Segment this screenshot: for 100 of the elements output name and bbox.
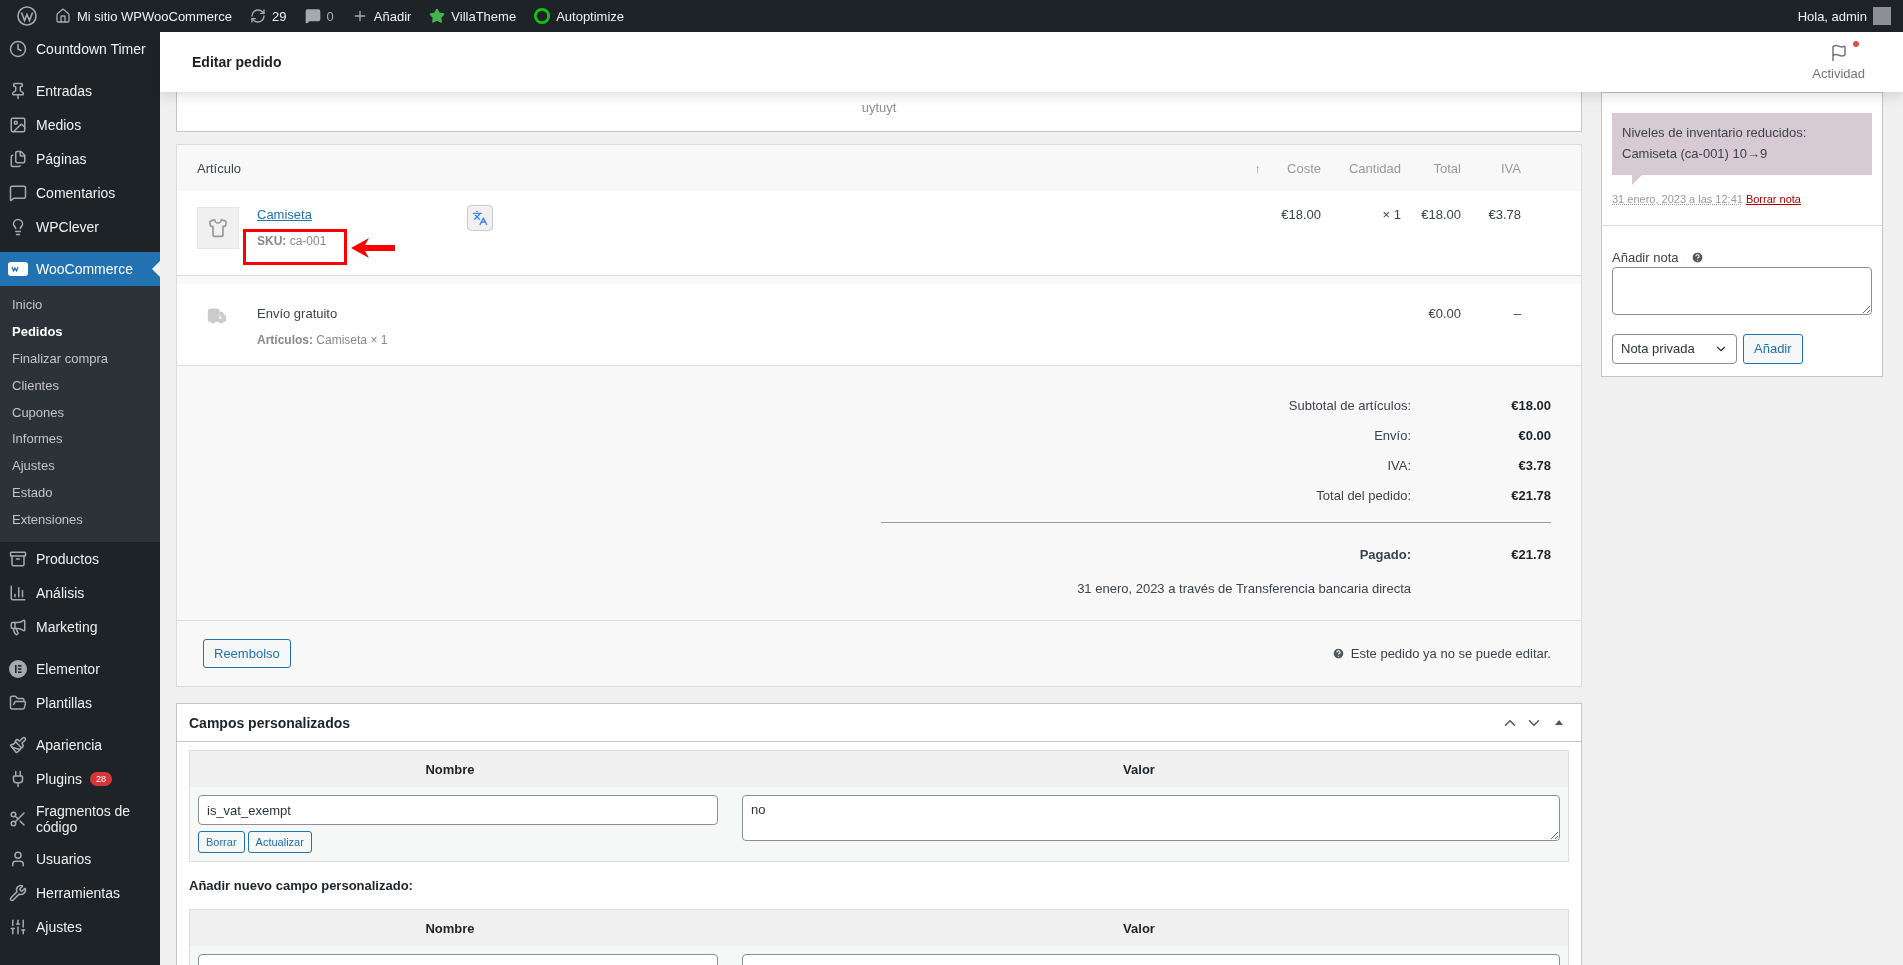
page-title: Editar pedido xyxy=(192,54,282,70)
field-label: Añadir nota xyxy=(1612,249,1679,265)
menu-item[interactable]: Productos xyxy=(0,542,160,576)
refund-button[interactable]: Reembolso xyxy=(203,639,291,668)
notice-text: Este pedido ya no se puede editar. xyxy=(1350,646,1551,661)
chart-icon xyxy=(9,584,27,602)
user-greeting[interactable]: Hola, admin xyxy=(1797,8,1873,24)
toolbar-link[interactable]: Autoptimize xyxy=(525,8,634,24)
media-icon xyxy=(9,116,27,134)
delete-note-link[interactable]: Borrar nota xyxy=(1745,192,1801,205)
total-cell-text: €0.00 xyxy=(1427,306,1461,321)
annotation-arrow xyxy=(351,237,395,259)
tax-cell-text: – xyxy=(1512,306,1521,321)
toolbar-link[interactable]: VillaTheme xyxy=(420,8,526,24)
sku-text: SKU: ca-001 xyxy=(257,234,328,248)
menu-item[interactable]: Herramientas xyxy=(0,876,160,910)
toolbar-link[interactable]: 29 xyxy=(241,8,296,24)
toolbar-link[interactable]: Mi sitio WPWooCommerce xyxy=(46,8,242,24)
submenu-item[interactable]: Cupones xyxy=(0,399,160,427)
field-button[interactable]: Actualizar xyxy=(247,831,312,853)
menu-item[interactable]: Usuarios xyxy=(0,842,160,876)
menu-item[interactable]: Entradas xyxy=(0,74,160,108)
menu-item[interactable]: Comentarios xyxy=(0,176,160,210)
section-label: Añadir nuevo campo personalizado: xyxy=(189,878,414,893)
help-icon[interactable] xyxy=(1331,647,1345,660)
note-type-select[interactable]: Nota privada xyxy=(1612,333,1737,364)
payment-note: 31 enero, 2023 a través de Transferencia bancaria directa xyxy=(1077,581,1412,596)
note-field[interactable] xyxy=(1612,266,1872,315)
circle-icon xyxy=(534,8,551,24)
column-header: Coste xyxy=(1286,160,1321,176)
submenu-item[interactable]: Inicio xyxy=(0,292,160,319)
comment-icon xyxy=(304,8,321,24)
archive-icon xyxy=(9,550,27,568)
menu-item[interactable]: Countdown Timer xyxy=(0,32,160,66)
bubble-tail xyxy=(1632,174,1642,185)
total-label: IVA: xyxy=(1386,457,1411,473)
toolbar-link[interactable]: Añadir xyxy=(342,8,421,24)
toolbar-link[interactable]: 0 xyxy=(295,8,343,24)
menu-item[interactable]: Apariencia xyxy=(0,728,160,762)
column-header: Nombre xyxy=(424,761,476,777)
shipping-method: Envío gratuito xyxy=(257,306,339,321)
shirt-icon xyxy=(208,218,228,238)
submenu-item[interactable]: Ajustes xyxy=(0,453,160,481)
menu-item[interactable]: Plugins 28 xyxy=(0,762,160,796)
refresh-icon xyxy=(250,8,267,24)
submenu-item[interactable]: Estado xyxy=(0,480,160,508)
submenu-item[interactable]: Informes xyxy=(0,426,160,454)
total-label: Envío: xyxy=(1373,427,1411,443)
help-icon[interactable] xyxy=(1690,250,1704,264)
menu-item[interactable]: Páginas xyxy=(0,142,160,176)
shipping-items: Artículos: Camiseta × 1 xyxy=(257,333,389,347)
wrench-icon xyxy=(9,884,27,902)
total-label: Subtotal de artículos: xyxy=(1287,397,1411,413)
field-button[interactable]: Borrar xyxy=(198,831,245,853)
note-meta: 31 enero, 2023 a las 12:41 Borrar nota xyxy=(1612,192,1802,205)
clock-icon xyxy=(9,40,27,58)
truck-icon xyxy=(207,306,227,326)
submenu-item[interactable]: Extensiones xyxy=(0,507,160,534)
brush-icon xyxy=(9,736,27,754)
column-header: Nombre xyxy=(424,920,476,936)
menu-item[interactable]: Análisis xyxy=(0,576,160,610)
menu-item[interactable]: WPClever xyxy=(0,210,160,244)
menu-item[interactable]: Elementor xyxy=(0,652,160,686)
flag-icon xyxy=(1829,43,1848,62)
add-note-button[interactable]: Añadir xyxy=(1743,333,1803,364)
elementor-logo-icon xyxy=(8,659,28,679)
translate-icon[interactable] xyxy=(467,205,493,231)
user-icon xyxy=(9,850,27,868)
menu-item[interactable]: WooCommerce xyxy=(0,252,160,286)
total-cell-text: €18.00 xyxy=(1420,207,1461,222)
comment-icon xyxy=(9,184,27,202)
menu-item[interactable]: Fragmentos de código xyxy=(0,796,160,842)
name-field[interactable]: is_vat_exempt xyxy=(198,795,718,825)
total-value: €18.00 xyxy=(1510,397,1551,413)
pin-icon xyxy=(9,82,27,100)
total-value: €21.78 xyxy=(1510,487,1551,503)
address-text: uytuyt xyxy=(861,100,897,115)
wordpress-logo-icon[interactable] xyxy=(17,6,37,26)
cost-cell-text: €18.00 xyxy=(1280,207,1321,222)
total-label: Total del pedido: xyxy=(1315,487,1411,503)
menu-item[interactable]: Ajustes xyxy=(0,910,160,944)
panel-title: Campos personalizados xyxy=(189,714,351,731)
menu-item[interactable]: Marketing xyxy=(0,610,160,644)
column-header: Artículo xyxy=(197,160,243,176)
submenu-item[interactable]: Finalizar compra xyxy=(0,345,160,373)
menu-item[interactable]: Medios xyxy=(0,108,160,142)
home-icon xyxy=(55,8,71,24)
tax-cell-text: €3.78 xyxy=(1487,207,1521,222)
value-field[interactable]: no xyxy=(742,795,1560,841)
product-link[interactable]: Camiseta xyxy=(257,207,1231,222)
submenu-item[interactable]: Clientes xyxy=(0,372,160,400)
submenu-item[interactable]: Pedidos xyxy=(0,318,160,346)
column-header: Total xyxy=(1432,160,1461,176)
quantity-cell-text: × 1 xyxy=(1381,207,1401,222)
paid-label: Pagado: xyxy=(1358,546,1411,562)
star-icon xyxy=(429,8,446,24)
paid-value: €21.78 xyxy=(1510,546,1551,562)
count-badge: 28 xyxy=(89,772,112,786)
activity-button[interactable]: Actividad xyxy=(1806,42,1871,82)
menu-item[interactable]: Plantillas xyxy=(0,686,160,720)
